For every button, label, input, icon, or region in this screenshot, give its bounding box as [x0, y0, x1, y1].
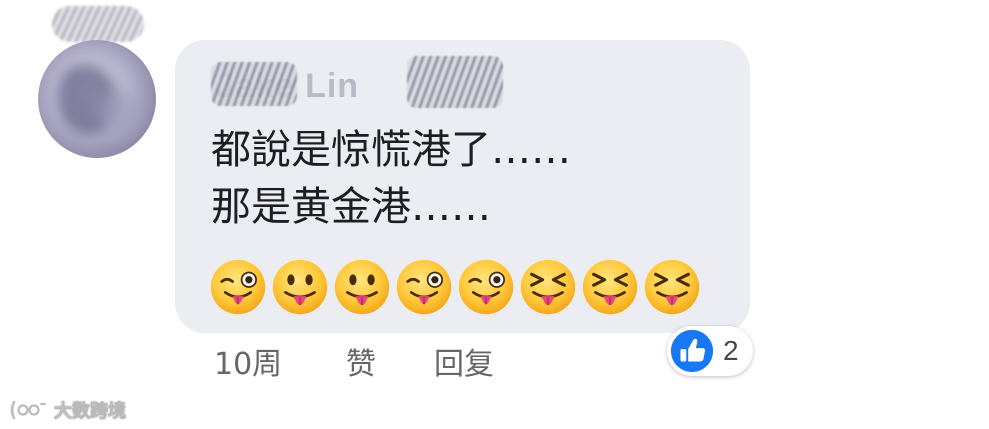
like-button[interactable]: 赞 [346, 342, 376, 388]
reply-button[interactable]: 回复 [434, 342, 494, 388]
watermark: 大数跨境 [8, 396, 126, 424]
squinting-tongue-face-icon [582, 259, 638, 315]
tongue-face-icon [334, 259, 390, 315]
comment-screenshot: Jake Lin 都說是惊慌港了…… 那是黄金港…… [0, 0, 989, 429]
watermark-logo-icon [10, 400, 46, 420]
winking-tongue-face-icon [396, 259, 452, 315]
watermark-text: 大数跨境 [54, 401, 127, 423]
comment-text-line: 那是黄金港…… [211, 184, 491, 230]
thumbs-up-icon [670, 329, 714, 373]
comment-text-line: 都說是惊慌港了…… [211, 127, 571, 173]
squinting-tongue-face-icon [520, 259, 576, 315]
avatar[interactable] [38, 40, 156, 158]
redaction-scribble [52, 6, 144, 42]
comment-timestamp[interactable]: 10周 [214, 342, 282, 388]
winking-tongue-face-icon [210, 259, 266, 315]
reaction-summary[interactable]: 2 [667, 326, 753, 376]
winking-tongue-face-icon [458, 259, 514, 315]
squinting-tongue-face-icon [644, 259, 700, 315]
reaction-count: 2 [723, 335, 739, 366]
comment-bubble: Jake Lin 都說是惊慌港了…… 那是黄金港…… [175, 40, 750, 333]
redaction-scribble [407, 56, 503, 108]
redaction-scribble [211, 62, 297, 106]
tongue-face-icon [272, 259, 328, 315]
emoji-row [209, 258, 701, 316]
